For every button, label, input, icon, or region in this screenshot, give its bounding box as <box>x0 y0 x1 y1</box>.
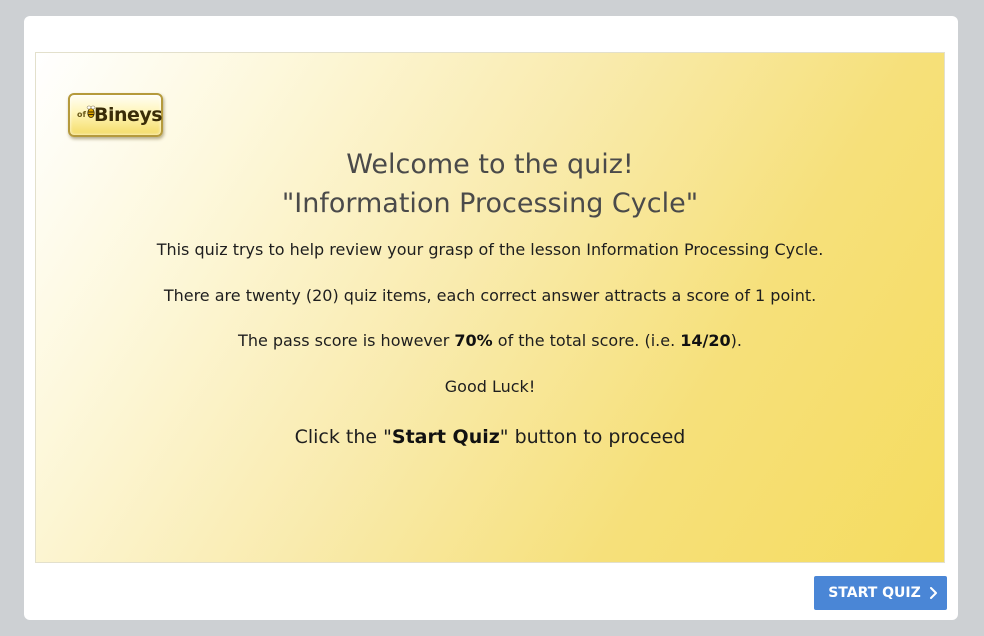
bineys-logo: of Bineys <box>68 93 163 137</box>
quiz-intro-slide: of Bineys Welcome to the quiz! "Informat… <box>35 52 945 563</box>
pass-score-text-after: ). <box>730 331 742 350</box>
quiz-player: of Bineys Welcome to the quiz! "Informat… <box>24 16 958 620</box>
quiz-items-paragraph: There are twenty (20) quiz items, each c… <box>163 286 817 305</box>
slide-title-line2: "Information Processing Cycle" <box>281 188 699 219</box>
logo-text: Bineys <box>94 104 163 126</box>
start-instruction: Click the "Start Quiz" button to proceed <box>36 424 944 450</box>
start-instruction-after: " button to proceed <box>499 426 686 448</box>
pass-score-paragraph: The pass score is however 70% of the tot… <box>36 330 944 352</box>
logo-prefix: of <box>77 110 86 119</box>
start-quiz-label: START QUIZ <box>828 585 921 601</box>
start-instruction-before: Click the " <box>294 426 392 448</box>
chevron-right-icon <box>929 587 937 599</box>
start-quiz-button[interactable]: START QUIZ <box>814 576 947 610</box>
pass-score-text-before: The pass score is however <box>238 331 455 350</box>
slide-title-line1: Welcome to the quiz! <box>346 149 634 180</box>
pass-score-text-middle: of the total score. (i.e. <box>492 331 681 350</box>
pass-fraction: 14/20 <box>680 331 731 350</box>
intro-paragraph: This quiz trys to help review your grasp… <box>156 240 824 259</box>
pass-percentage: 70% <box>454 331 493 350</box>
good-luck-text: Good Luck! <box>444 377 536 396</box>
start-instruction-bold: Start Quiz <box>391 426 500 448</box>
